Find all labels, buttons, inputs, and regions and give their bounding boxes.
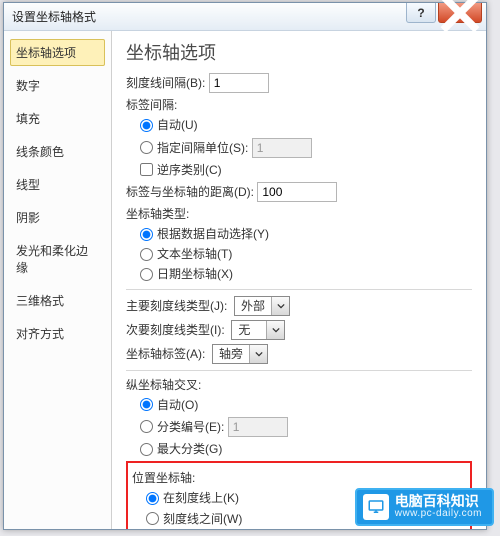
axis-type-auto-row: 根据数据自动选择(Y) — [140, 226, 472, 242]
content-panel: 坐标轴选项 刻度线间隔(B): 标签间隔: 自动(U) 指定间隔单位(S): 逆… — [112, 31, 486, 529]
position-between-label: 刻度线之间(W) — [163, 511, 242, 527]
vcross-max-label: 最大分类(G) — [157, 441, 222, 457]
position-label: 位置坐标轴: — [132, 470, 195, 486]
position-row: 位置坐标轴: — [132, 470, 466, 486]
sidebar-item-line-style[interactable]: 线型 — [10, 171, 105, 198]
sidebar-item-alignment[interactable]: 对齐方式 — [10, 320, 105, 347]
sidebar-item-number[interactable]: 数字 — [10, 72, 105, 99]
titlebar-buttons: ? — [404, 3, 482, 23]
position-on-tick-label: 在刻度线上(K) — [163, 490, 239, 506]
chevron-down-icon — [266, 321, 284, 339]
sidebar-item-label: 三维格式 — [16, 294, 64, 308]
major-tick-value: 外部 — [235, 298, 271, 314]
axis-labels-select[interactable]: 轴旁 — [212, 344, 268, 364]
axis-type-date-radio[interactable] — [140, 268, 153, 281]
position-between-radio[interactable] — [146, 512, 159, 525]
label-distance-label: 标签与坐标轴的距离(D): — [126, 184, 254, 200]
vcross-auto-radio[interactable] — [140, 398, 153, 411]
sidebar-item-label: 坐标轴选项 — [16, 46, 76, 60]
titlebar[interactable]: 设置坐标轴格式 ? — [4, 3, 486, 31]
axis-labels-row: 坐标轴标签(A): 轴旁 — [126, 344, 472, 364]
dialog-title: 设置坐标轴格式 — [12, 8, 96, 25]
watermark-url: www.pc-daily.com — [395, 509, 482, 520]
label-distance-input[interactable] — [257, 182, 337, 202]
axis-type-auto-radio[interactable] — [140, 228, 153, 241]
axis-type-text-radio[interactable] — [140, 248, 153, 261]
sidebar-item-line-color[interactable]: 线条颜色 — [10, 138, 105, 165]
close-icon — [439, 0, 481, 34]
axis-type-auto-label: 根据数据自动选择(Y) — [157, 226, 269, 242]
reverse-label: 逆序类别(C) — [157, 162, 222, 178]
axis-type-row: 坐标轴类型: — [126, 206, 472, 222]
vcross-cat-label: 分类编号(E): — [157, 419, 224, 435]
label-interval-auto-row: 自动(U) — [140, 117, 472, 133]
major-tick-row: 主要刻度线类型(J): 外部 — [126, 296, 472, 316]
vcross-row: 纵坐标轴交叉: — [126, 377, 472, 393]
watermark-logo — [363, 494, 389, 520]
label-interval-specify-radio[interactable] — [140, 141, 153, 154]
axis-labels-value: 轴旁 — [213, 346, 249, 362]
sidebar-item-3d-format[interactable]: 三维格式 — [10, 287, 105, 314]
watermark-text: 电脑百科知识 www.pc-daily.com — [395, 494, 482, 519]
vcross-max-row: 最大分类(G) — [140, 441, 472, 457]
label-interval-auto-radio[interactable] — [140, 119, 153, 132]
vcross-max-radio[interactable] — [140, 443, 153, 456]
monitor-icon — [367, 498, 385, 516]
axis-labels-label: 坐标轴标签(A): — [126, 346, 205, 362]
minor-tick-row: 次要刻度线类型(I): 无 — [126, 320, 472, 340]
divider — [126, 370, 472, 371]
vcross-auto-label: 自动(O) — [157, 397, 198, 413]
vcross-cat-radio[interactable] — [140, 420, 153, 433]
label-interval-label: 标签间隔: — [126, 97, 177, 113]
sidebar-item-label: 线型 — [16, 178, 40, 192]
axis-type-label: 坐标轴类型: — [126, 206, 189, 222]
sidebar-item-glow[interactable]: 发光和柔化边缘 — [10, 237, 105, 281]
label-interval-auto-label: 自动(U) — [157, 117, 198, 133]
tick-interval-input[interactable] — [209, 73, 269, 93]
watermark-title: 电脑百科知识 — [395, 494, 482, 509]
sidebar-item-label: 数字 — [16, 79, 40, 93]
label-interval-specify-label: 指定间隔单位(S): — [157, 140, 248, 156]
label-distance-row: 标签与坐标轴的距离(D): — [126, 182, 472, 202]
sidebar-item-label: 阴影 — [16, 211, 40, 225]
sidebar-item-axis-options[interactable]: 坐标轴选项 — [10, 39, 105, 66]
chevron-down-icon — [249, 345, 267, 363]
sidebar-item-fill[interactable]: 填充 — [10, 105, 105, 132]
minor-tick-select[interactable]: 无 — [231, 320, 285, 340]
sidebar-item-shadow[interactable]: 阴影 — [10, 204, 105, 231]
sidebar: 坐标轴选项 数字 填充 线条颜色 线型 阴影 发光和柔化边缘 三维格式 对齐方式 — [4, 31, 112, 529]
axis-type-date-label: 日期坐标轴(X) — [157, 266, 233, 282]
vcross-auto-row: 自动(O) — [140, 397, 472, 413]
label-interval-specify-row: 指定间隔单位(S): — [140, 138, 472, 158]
tick-interval-label: 刻度线间隔(B): — [126, 75, 205, 91]
axis-type-text-label: 文本坐标轴(T) — [157, 246, 232, 262]
help-button[interactable]: ? — [406, 3, 436, 23]
chevron-down-icon — [271, 297, 289, 315]
sidebar-item-label: 对齐方式 — [16, 327, 64, 341]
major-tick-select[interactable]: 外部 — [234, 296, 290, 316]
minor-tick-value: 无 — [232, 322, 266, 338]
label-interval-row: 标签间隔: — [126, 97, 472, 113]
major-tick-label: 主要刻度线类型(J): — [126, 298, 227, 314]
reverse-row: 逆序类别(C) — [140, 162, 472, 178]
sidebar-item-label: 填充 — [16, 112, 40, 126]
sidebar-item-label: 线条颜色 — [16, 145, 64, 159]
section-heading: 坐标轴选项 — [126, 41, 472, 65]
dialog-body: 坐标轴选项 数字 填充 线条颜色 线型 阴影 发光和柔化边缘 三维格式 对齐方式… — [4, 31, 486, 529]
sidebar-item-label: 发光和柔化边缘 — [16, 244, 88, 275]
vcross-cat-row: 分类编号(E): — [140, 417, 472, 437]
dialog-window: 设置坐标轴格式 ? 坐标轴选项 数字 填充 线条颜色 线型 阴影 发光和柔化边缘… — [3, 2, 487, 530]
position-on-tick-radio[interactable] — [146, 492, 159, 505]
tick-interval-row: 刻度线间隔(B): — [126, 73, 472, 93]
vcross-cat-input — [228, 417, 288, 437]
axis-type-text-row: 文本坐标轴(T) — [140, 246, 472, 262]
minor-tick-label: 次要刻度线类型(I): — [126, 322, 225, 338]
vcross-label: 纵坐标轴交叉: — [126, 377, 201, 393]
watermark: 电脑百科知识 www.pc-daily.com — [355, 488, 494, 526]
divider — [126, 289, 472, 290]
close-button[interactable] — [438, 3, 482, 23]
axis-type-date-row: 日期坐标轴(X) — [140, 266, 472, 282]
label-interval-specify-input — [252, 138, 312, 158]
reverse-checkbox[interactable] — [140, 163, 153, 176]
